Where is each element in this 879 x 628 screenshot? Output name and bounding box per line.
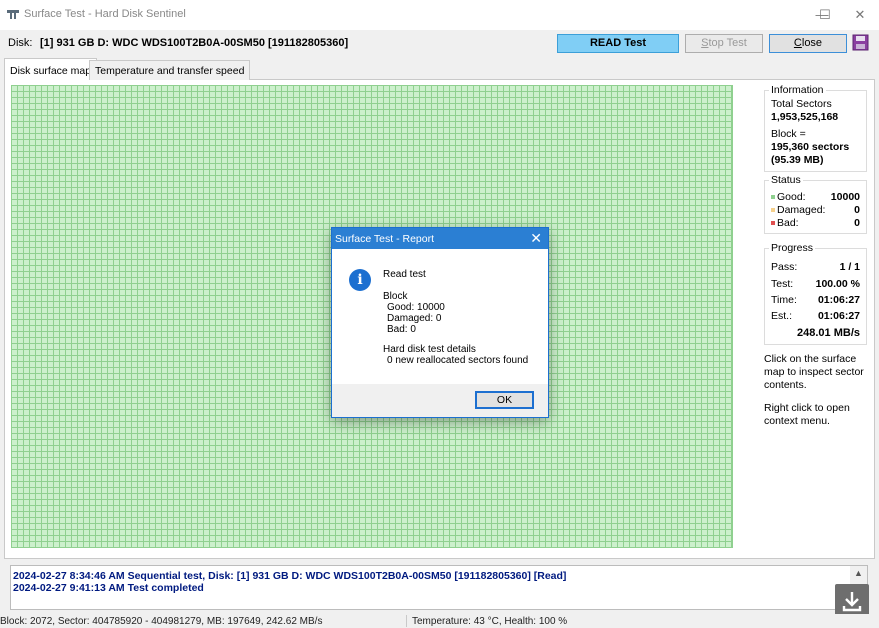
inspect-hint-line: Click on the surface	[764, 353, 857, 365]
dialog-bad: Bad: 0	[387, 324, 416, 335]
pass-value: 1 / 1	[839, 261, 860, 273]
bad-label: Bad:	[777, 217, 799, 229]
status-bar: Block: 2072, Sector: 404785920 - 4049812…	[0, 614, 879, 628]
tab-temperature-transfer[interactable]: Temperature and transfer speed	[89, 60, 251, 80]
log-entry: 2024-02-27 8:34:46 AM Sequential test, D…	[13, 570, 567, 582]
close-button[interactable]: Close	[769, 34, 847, 53]
close-accel: C	[793, 37, 802, 49]
progress-group: Progress Pass: 1 / 1 Test: 100.00 % Time…	[764, 242, 867, 345]
read-test-button[interactable]: READ Test	[557, 34, 679, 53]
status-good-label: Good:	[771, 191, 806, 203]
dialog-close-icon[interactable]: ✕	[530, 230, 542, 247]
speed-value: 248.01 MB/s	[797, 327, 860, 339]
status-separator	[406, 615, 407, 627]
block-size: (95.39 MB)	[771, 154, 824, 166]
status-damaged-label: Damaged:	[771, 204, 825, 216]
block-label: Block =	[771, 128, 806, 140]
context-hint-line: context menu.	[764, 415, 830, 427]
info-icon: i	[349, 269, 371, 291]
download-button[interactable]	[835, 584, 869, 618]
close-label: lose	[801, 37, 823, 49]
information-title: Information	[769, 84, 826, 96]
dialog-damaged: Damaged: 0	[387, 313, 442, 324]
dialog-details-label: Hard disk test details	[383, 344, 476, 355]
dialog-block-label: Block	[383, 291, 408, 302]
damaged-swatch-icon	[771, 208, 775, 213]
log-entry: 2024-02-27 9:41:13 AM Test completed	[13, 582, 204, 594]
title-bar: Surface Test - Hard Disk Sentinel — ☐ ✕	[0, 0, 879, 30]
progress-title: Progress	[769, 242, 816, 254]
total-sectors-label: Total Sectors	[771, 98, 832, 110]
maximize-button[interactable]: ☐	[808, 0, 842, 30]
ok-button[interactable]: OK	[475, 391, 534, 409]
stop-test-label: top Test	[708, 37, 747, 49]
dialog-heading: Read test	[383, 269, 426, 280]
est-label: Est.:	[771, 310, 793, 322]
scroll-up-icon[interactable]: ▲	[850, 568, 867, 582]
download-icon	[842, 592, 862, 612]
test-label: Test:	[771, 278, 794, 290]
stop-test-button[interactable]: Stop Test	[685, 34, 763, 53]
block-status: Block: 2072, Sector: 404785920 - 4049812…	[0, 616, 323, 627]
status-good-value: 10000	[830, 191, 860, 203]
time-label: Time:	[771, 294, 797, 306]
information-group: Information Total Sectors 1,953,525,168 …	[764, 84, 867, 172]
damaged-label: Damaged:	[777, 204, 826, 216]
dialog-good: Good: 10000	[387, 302, 445, 313]
status-title: Status	[769, 174, 803, 186]
dialog-title-bar: Surface Test - Report ✕	[332, 228, 548, 249]
hard-disk-sentinel-icon	[7, 10, 19, 19]
disk-label: Disk:	[8, 37, 33, 49]
test-value: 100.00 %	[815, 278, 860, 290]
pass-label: Pass:	[771, 261, 798, 273]
stop-test-accel: S	[701, 37, 709, 49]
log-panel[interactable]: 2024-02-27 8:34:46 AM Sequential test, D…	[10, 565, 868, 610]
window-title: Surface Test - Hard Disk Sentinel	[24, 8, 186, 20]
save-icon[interactable]	[852, 34, 869, 51]
good-swatch-icon	[771, 195, 775, 200]
inspect-hint-line: map to inspect sector	[764, 366, 864, 378]
good-label: Good:	[777, 191, 806, 203]
tab-disk-surface-map[interactable]: Disk surface map	[4, 58, 98, 80]
status-group: Status Good: 10000 Damaged: 0 Bad: 0	[764, 174, 867, 234]
dialog-details-value: 0 new reallocated sectors found	[387, 355, 529, 366]
est-value: 01:06:27	[817, 310, 860, 322]
context-menu-hint: Right click to open context menu.	[764, 402, 872, 428]
inspect-hint-line: contents.	[764, 379, 807, 391]
status-bad-label: Bad:	[771, 217, 799, 229]
status-bad-value: 0	[854, 217, 860, 229]
dialog-title: Surface Test - Report	[335, 233, 435, 245]
status-damaged-value: 0	[854, 204, 860, 216]
context-hint-line: Right click to open	[764, 402, 850, 414]
report-dialog: Surface Test - Report ✕ i Read test Bloc…	[331, 227, 549, 418]
block-sectors: 195,360 sectors	[771, 141, 850, 153]
inspect-hint: Click on the surface map to inspect sect…	[764, 353, 872, 392]
time-value: 01:06:27	[817, 294, 860, 306]
total-sectors-value: 1,953,525,168	[771, 111, 839, 123]
bad-swatch-icon	[771, 221, 775, 226]
close-window-button[interactable]: ✕	[843, 0, 877, 30]
temperature-health-status: Temperature: 43 °C, Health: 100 %	[412, 616, 568, 627]
disk-value: [1] 931 GB D: WDC WDS100T2B0A-00SM50 [19…	[40, 37, 349, 49]
